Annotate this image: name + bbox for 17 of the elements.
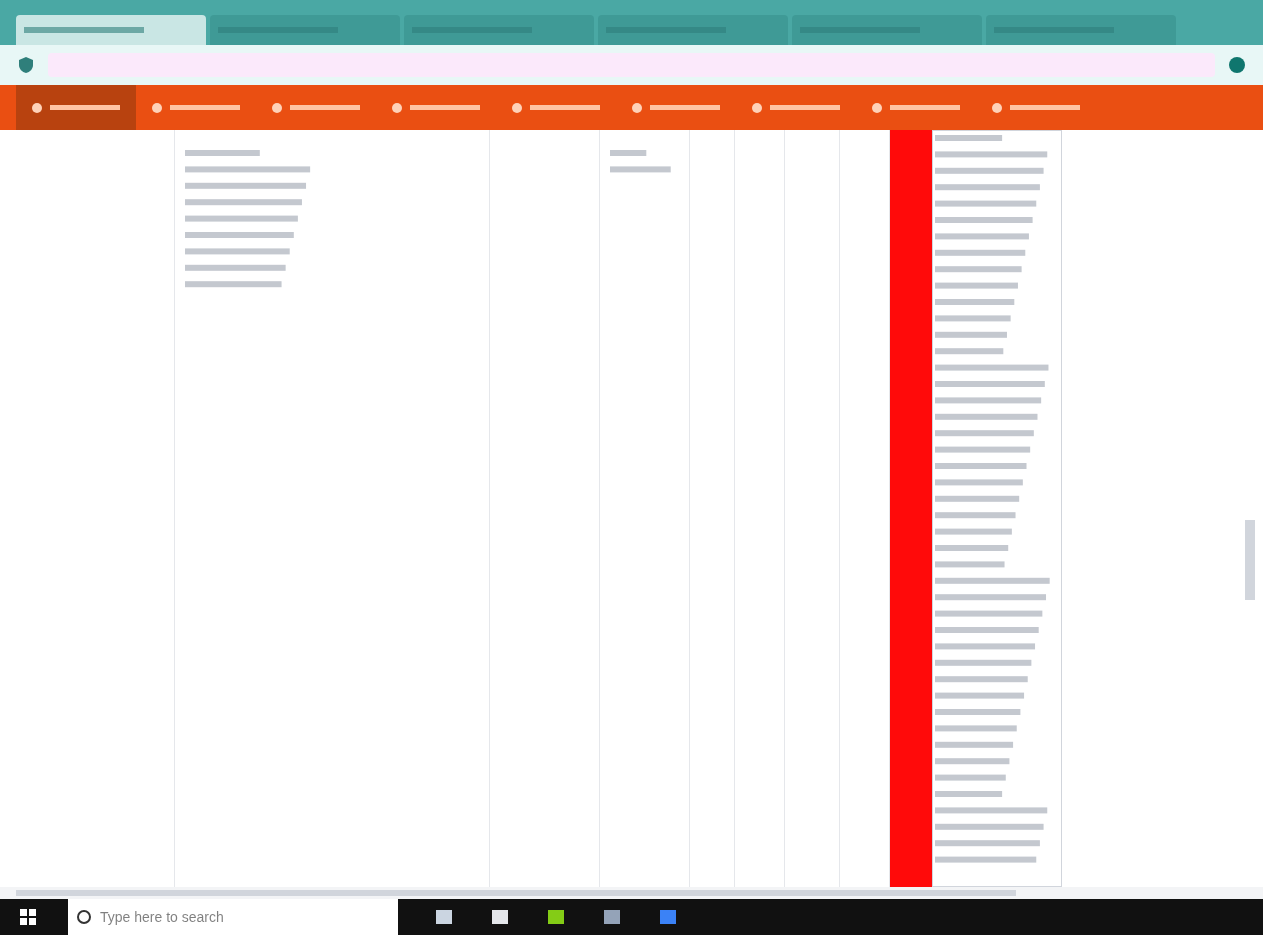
browser-tab[interactable]	[792, 15, 982, 45]
taskbar-app-icon[interactable]	[490, 907, 510, 927]
horizontal-scrollbar[interactable]	[0, 887, 1263, 899]
browser-tab[interactable]	[210, 15, 400, 45]
profile-icon[interactable]	[1227, 55, 1247, 75]
shield-icon	[16, 55, 36, 75]
taskbar-search-field[interactable]: Type here to search	[68, 899, 398, 935]
taskbar-app-icon[interactable]	[602, 907, 622, 927]
browser-tab[interactable]	[598, 15, 788, 45]
nav-item[interactable]	[16, 85, 136, 130]
taskbar-app-icon[interactable]	[434, 907, 454, 927]
taskbar-app-icon[interactable]	[546, 907, 566, 927]
browser-tab[interactable]	[986, 15, 1176, 45]
vertical-scrollbar[interactable]	[1245, 520, 1255, 600]
browser-tab[interactable]	[16, 15, 206, 45]
cortana-icon	[76, 909, 92, 925]
browser-tab[interactable]	[404, 15, 594, 45]
